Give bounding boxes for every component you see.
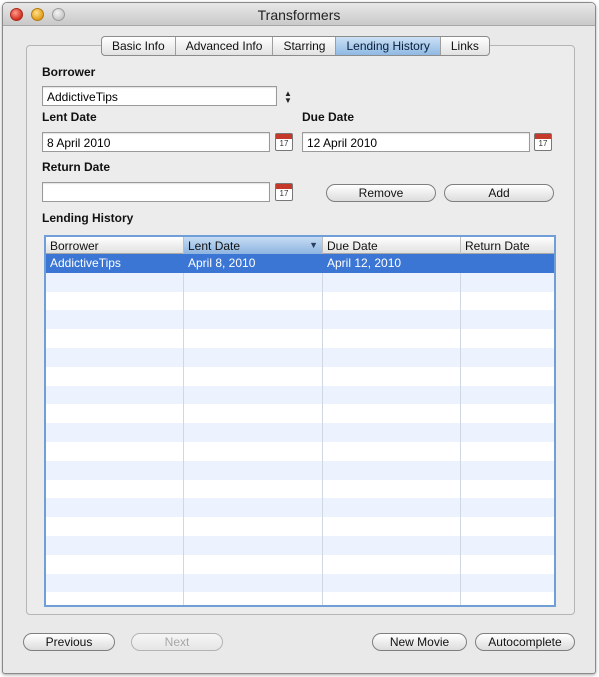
autocomplete-button[interactable]: Autocomplete [475,633,575,651]
next-button[interactable]: Next [131,633,223,651]
column-header-due-date[interactable]: Due Date [323,237,461,254]
empty-row [46,347,554,367]
tab-lending-history[interactable]: Lending History [336,37,441,55]
empty-row [46,535,554,555]
lent-date-label: Lent Date [42,110,97,124]
borrower-label: Borrower [42,65,96,79]
return-date-field[interactable] [42,182,270,202]
empty-row [46,329,554,348]
empty-row [46,592,554,605]
empty-row [46,460,554,480]
table-row[interactable]: AddictiveTips April 8, 2010 April 12, 20… [46,254,554,273]
empty-row [46,498,554,518]
due-date-label: Due Date [302,110,355,124]
cell-return-date [461,254,554,273]
return-date-calendar-icon[interactable]: 17 [275,183,293,201]
lending-history-label: Lending History [42,211,134,225]
empty-row [46,573,554,593]
window-title: Transformers [257,7,341,23]
cell-lent-date: April 8, 2010 [184,254,323,273]
remove-button[interactable]: Remove [326,184,436,202]
tab-advanced-info[interactable]: Advanced Info [176,37,274,55]
movie-window: Transformers Basic Info Advanced Info St… [2,2,596,674]
column-header-return-date[interactable]: Return Date [461,237,554,254]
empty-row [46,310,554,330]
borrower-combo[interactable]: AddictiveTips [42,86,277,106]
empty-row [46,554,554,574]
cell-due-date: April 12, 2010 [323,254,461,273]
column-header-lent-date[interactable]: Lent Date ▼ [184,237,323,254]
empty-row [46,441,554,461]
tab-starring[interactable]: Starring [273,37,337,55]
due-date-field[interactable]: 12 April 2010 [302,132,530,152]
new-movie-button[interactable]: New Movie [372,633,467,651]
lent-date-field[interactable]: 8 April 2010 [42,132,270,152]
empty-row [46,291,554,311]
add-button[interactable]: Add [444,184,554,202]
empty-row [46,517,554,536]
previous-button[interactable]: Previous [23,633,115,651]
due-date-calendar-icon[interactable]: 17 [534,133,552,151]
return-date-label: Return Date [42,160,111,174]
tab-bar: Basic Info Advanced Info Starring Lendin… [101,36,490,56]
empty-row [46,404,554,424]
titlebar[interactable]: Transformers [3,3,595,26]
column-header-borrower[interactable]: Borrower [46,237,184,254]
empty-row [46,479,554,499]
sort-descending-icon: ▼ [309,240,318,250]
tab-links[interactable]: Links [441,37,489,55]
cell-borrower: AddictiveTips [46,254,184,273]
borrower-stepper-icon[interactable]: ▲ ▼ [284,90,292,106]
column-header-lent-date-label: Lent Date [188,239,241,253]
empty-row [46,423,554,442]
lent-date-calendar-icon[interactable]: 17 [275,133,293,151]
table-body: AddictiveTips April 8, 2010 April 12, 20… [46,254,554,605]
tab-basic-info[interactable]: Basic Info [102,37,176,55]
empty-row [46,272,554,292]
empty-row [46,385,554,405]
lending-history-table[interactable]: Borrower Lent Date ▼ Due Date Return Dat… [44,235,556,607]
empty-row [46,366,554,386]
table-header: Borrower Lent Date ▼ Due Date Return Dat… [46,237,554,254]
